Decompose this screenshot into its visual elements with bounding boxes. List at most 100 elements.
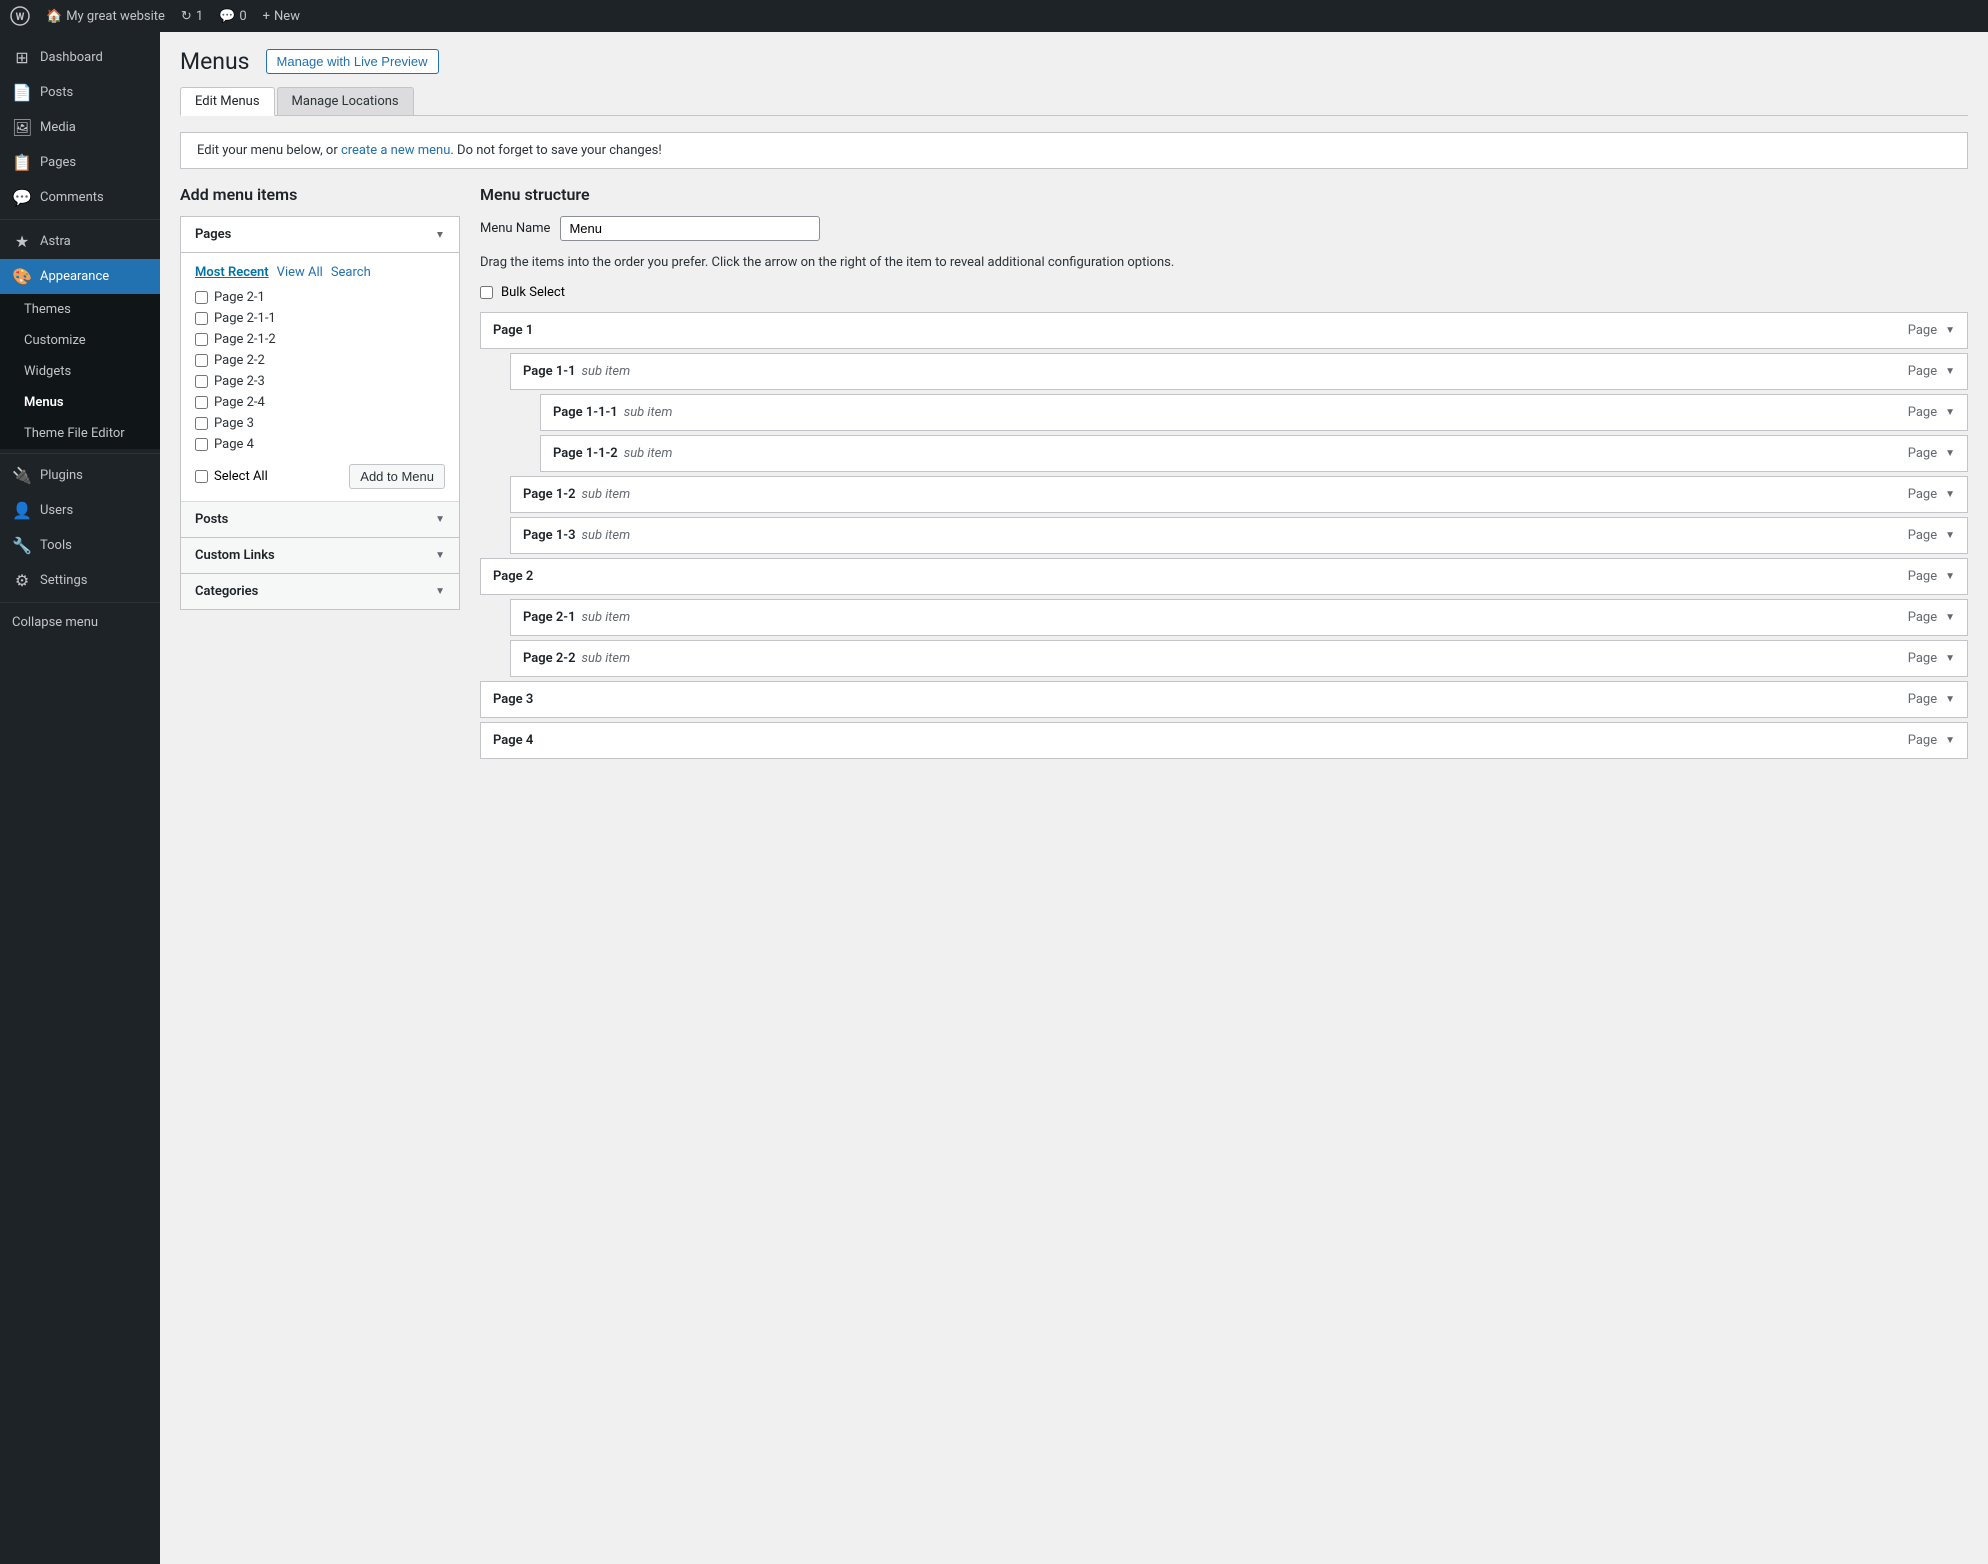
live-preview-button[interactable]: Manage with Live Preview — [266, 49, 439, 74]
pages-sub-tabs: Most Recent View All Search — [195, 265, 445, 280]
collapse-menu-button[interactable]: Collapse menu — [0, 607, 160, 638]
sidebar-divider — [0, 219, 160, 220]
menu-item-page4[interactable]: Page 4 Page ▼ — [480, 722, 1968, 759]
menu-item-expand-icon[interactable]: ▼ — [1945, 530, 1955, 541]
home-icon: 🏠 — [46, 9, 62, 24]
menu-item-left: Page 1-1-1 sub item — [553, 405, 672, 420]
menu-item-page1-3[interactable]: Page 1-3 sub item Page ▼ — [510, 517, 1968, 554]
sidebar-item-widgets[interactable]: Widgets — [0, 356, 160, 387]
menu-item-left: Page 2 — [493, 569, 533, 584]
menu-item-expand-icon[interactable]: ▼ — [1945, 407, 1955, 418]
select-all-checkbox[interactable] — [195, 470, 208, 483]
menu-item-right: Page ▼ — [1908, 487, 1955, 502]
select-all-row: Select All — [195, 469, 268, 484]
add-to-menu-button[interactable]: Add to Menu — [349, 464, 445, 489]
sidebar-item-dashboard[interactable]: ⊞ Dashboard — [0, 40, 160, 75]
main-content: Menus Manage with Live Preview Edit Menu… — [160, 32, 1988, 1564]
add-items-title: Add menu items — [180, 185, 460, 204]
menu-item-page1-1-2[interactable]: Page 1-1-2 sub item Page ▼ — [540, 435, 1968, 472]
menu-item-expand-icon[interactable]: ▼ — [1945, 489, 1955, 500]
menu-item-page1-2[interactable]: Page 1-2 sub item Page ▼ — [510, 476, 1968, 513]
tab-search[interactable]: Search — [331, 265, 371, 280]
menu-item-left: Page 2-1 sub item — [523, 610, 630, 625]
menu-name-input[interactable] — [560, 216, 820, 241]
sidebar-divider-2 — [0, 453, 160, 454]
menu-item-page2-1[interactable]: Page 2-1 sub item Page ▼ — [510, 599, 1968, 636]
menu-item-right: Page ▼ — [1908, 446, 1955, 461]
tab-view-all[interactable]: View All — [277, 265, 323, 280]
sidebar-item-appearance[interactable]: 🎨 Appearance — [0, 259, 160, 294]
tab-most-recent[interactable]: Most Recent — [195, 265, 269, 280]
categories-chevron-icon: ▼ — [435, 586, 445, 597]
comments-icon: 💬 — [219, 9, 235, 24]
settings-icon: ⚙ — [12, 571, 32, 590]
pages-accordion-body: Most Recent View All Search Page 2-1 — [181, 253, 459, 502]
sidebar-item-theme-file-editor[interactable]: Theme File Editor — [0, 418, 160, 449]
menu-name-label: Menu Name — [480, 221, 550, 236]
page-checkbox-2[interactable] — [195, 312, 208, 325]
page-checkbox-3[interactable] — [195, 333, 208, 346]
list-item: Page 3 — [195, 416, 445, 431]
menu-item-page2[interactable]: Page 2 Page ▼ — [480, 558, 1968, 595]
tab-manage-locations[interactable]: Manage Locations — [277, 87, 414, 115]
menu-item-expand-icon[interactable]: ▼ — [1945, 612, 1955, 623]
menu-item-page2-2[interactable]: Page 2-2 sub item Page ▼ — [510, 640, 1968, 677]
new-content-link[interactable]: + New — [263, 9, 300, 24]
menu-item-expand-icon[interactable]: ▼ — [1945, 448, 1955, 459]
menu-item-expand-icon[interactable]: ▼ — [1945, 366, 1955, 377]
sidebar-item-pages[interactable]: 📋 Pages — [0, 145, 160, 180]
menu-item-expand-icon[interactable]: ▼ — [1945, 653, 1955, 664]
categories-accordion-header[interactable]: Categories ▼ — [181, 574, 459, 609]
menu-item-page1[interactable]: Page 1 Page ▼ — [480, 312, 1968, 349]
sidebar-item-astra[interactable]: ★ Astra — [0, 224, 160, 259]
menu-item-expand-icon[interactable]: ▼ — [1945, 325, 1955, 336]
page-checkbox-7[interactable] — [195, 417, 208, 430]
sidebar-item-media[interactable]: 🖼 Media — [0, 110, 160, 145]
list-item: Page 2-1-1 — [195, 311, 445, 326]
sidebar-item-plugins[interactable]: 🔌 Plugins — [0, 458, 160, 493]
pages-accordion-header[interactable]: Pages ▲ — [181, 217, 459, 253]
page-checkbox-5[interactable] — [195, 375, 208, 388]
menu-item-page3[interactable]: Page 3 Page ▼ — [480, 681, 1968, 718]
menu-item-expand-icon[interactable]: ▼ — [1945, 735, 1955, 746]
menu-item-page1-1[interactable]: Page 1-1 sub item Page ▼ — [510, 353, 1968, 390]
sidebar-item-posts[interactable]: 📄 Posts — [0, 75, 160, 110]
menu-item-left: Page 1-1 sub item — [523, 364, 630, 379]
sidebar-item-users[interactable]: 👤 Users — [0, 493, 160, 528]
custom-links-chevron-icon: ▼ — [435, 550, 445, 561]
menu-item-left: Page 1 — [493, 323, 533, 338]
sidebar-item-menus[interactable]: Menus — [0, 387, 160, 418]
custom-links-accordion-header[interactable]: Custom Links ▼ — [181, 538, 459, 574]
menu-item-right: Page ▼ — [1908, 569, 1955, 584]
svg-text:W: W — [16, 12, 25, 23]
menu-item-page1-1-1[interactable]: Page 1-1-1 sub item Page ▼ — [540, 394, 1968, 431]
page-checkbox-6[interactable] — [195, 396, 208, 409]
create-new-menu-link[interactable]: create a new menu — [341, 143, 450, 158]
page-checkbox-8[interactable] — [195, 438, 208, 451]
notice-bar: Edit your menu below, or create a new me… — [180, 132, 1968, 169]
list-item: Page 2-4 — [195, 395, 445, 410]
page-checkbox-1[interactable] — [195, 291, 208, 304]
sidebar-item-tools[interactable]: 🔧 Tools — [0, 528, 160, 563]
posts-accordion-header[interactable]: Posts ▼ — [181, 502, 459, 538]
page-checkbox-4[interactable] — [195, 354, 208, 367]
sidebar-item-comments[interactable]: 💬 Comments — [0, 180, 160, 215]
list-item: Page 2-1 — [195, 290, 445, 305]
sidebar-item-settings[interactable]: ⚙ Settings — [0, 563, 160, 598]
tab-edit-menus[interactable]: Edit Menus — [180, 87, 275, 116]
wp-logo-link[interactable]: W — [10, 6, 30, 26]
menu-item-expand-icon[interactable]: ▼ — [1945, 694, 1955, 705]
page-title: Menus — [180, 48, 250, 75]
comments-link[interactable]: 💬 0 — [219, 9, 247, 24]
astra-icon: ★ — [12, 232, 32, 251]
appearance-submenu: Themes Customize Widgets Menus Theme Fil… — [0, 294, 160, 449]
pages-checkbox-list: Page 2-1 Page 2-1-1 Page 2-1-2 — [195, 290, 445, 452]
sidebar-item-themes[interactable]: Themes — [0, 294, 160, 325]
bulk-select-checkbox[interactable] — [480, 286, 493, 299]
sidebar-item-customize[interactable]: Customize — [0, 325, 160, 356]
tools-icon: 🔧 — [12, 536, 32, 555]
updates-link[interactable]: ↻ 1 — [181, 9, 203, 24]
menu-item-expand-icon[interactable]: ▼ — [1945, 571, 1955, 582]
site-name-link[interactable]: 🏠 My great website — [46, 9, 165, 24]
pages-accordion: Pages ▲ Most Recent View All Search — [180, 216, 460, 610]
